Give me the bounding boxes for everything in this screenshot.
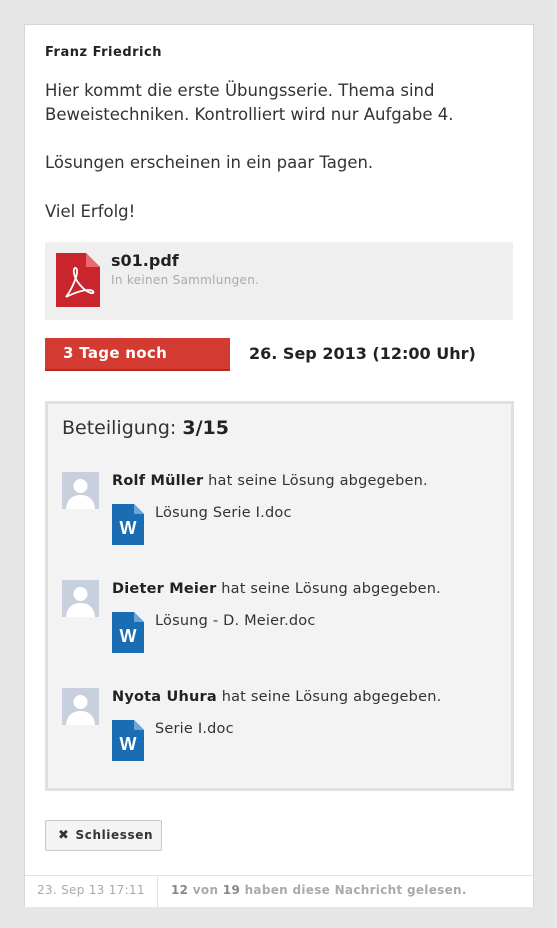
svg-text:W: W (120, 626, 137, 646)
read-receipt[interactable]: 12 von 19 haben diese Nachricht gelesen. (171, 883, 467, 897)
submission-file-name[interactable]: Lösung Serie I.doc (155, 505, 292, 521)
avatar[interactable] (62, 472, 99, 509)
attachment-collections: In keinen Sammlungen. (111, 273, 260, 287)
message-card: Franz Friedrich Hier kommt die erste Übu… (24, 24, 534, 907)
message-line-4: Viel Erfolg! (45, 202, 136, 221)
attachment-filename[interactable]: s01.pdf (111, 251, 179, 270)
message-line-2: Beweistechniken. Kontrolliert wird nur A… (45, 105, 454, 124)
svg-text:W: W (120, 734, 137, 754)
svg-text:W: W (120, 518, 137, 538)
submission-text: Dieter Meier hat seine Lösung abgegeben. (112, 581, 441, 597)
submission-item: Dieter Meier hat seine Lösung abgegeben.… (62, 580, 502, 672)
word-file-icon[interactable]: W (112, 720, 144, 761)
submitter-name[interactable]: Nyota Uhura (112, 689, 217, 705)
close-button[interactable]: ✖ Schliessen (45, 820, 162, 851)
attachment-pdf[interactable]: s01.pdf In keinen Sammlungen. (45, 242, 513, 320)
submission-text: Nyota Uhura hat seine Lösung abgegeben. (112, 689, 441, 705)
author-name[interactable]: Franz Friedrich (45, 45, 162, 60)
footer-divider (157, 876, 158, 907)
submission-action: hat seine Lösung abgegeben. (221, 581, 441, 597)
message-footer: 23. Sep 13 17:11 12 von 19 haben diese N… (25, 875, 533, 907)
read-suffix: haben diese Nachricht gelesen. (244, 883, 467, 897)
submission-text: Rolf Müller hat seine Lösung abgegeben. (112, 473, 428, 489)
read-of: von (192, 883, 219, 897)
submission-file-name[interactable]: Lösung - D. Meier.doc (155, 613, 316, 629)
message-timestamp: 23. Sep 13 17:11 (37, 883, 145, 897)
submission-item: Nyota Uhura hat seine Lösung abgegeben. … (62, 688, 502, 780)
read-total: 19 (222, 883, 241, 897)
close-x-icon: ✖ (58, 828, 70, 843)
submission-action: hat seine Lösung abgegeben. (221, 689, 442, 705)
deadline-countdown-badge: 3 Tage noch (45, 338, 230, 371)
submission-action: hat seine Lösung abgegeben. (208, 473, 428, 489)
close-button-label: Schliessen (75, 828, 154, 842)
user-silhouette-icon (66, 695, 95, 725)
message-line-3: Lösungen erscheinen in ein paar Tagen. (45, 153, 374, 172)
read-count: 12 (171, 883, 189, 897)
pdf-file-icon (56, 253, 100, 307)
submission-item: Rolf Müller hat seine Lösung abgegeben. … (62, 472, 502, 564)
deadline-date: 26. Sep 2013 (12:00 Uhr) (249, 344, 476, 363)
submitter-name[interactable]: Dieter Meier (112, 581, 216, 597)
submission-file-name[interactable]: Serie I.doc (155, 721, 234, 737)
avatar[interactable] (62, 688, 99, 725)
participation-panel: Beteiligung: 3/15 Rolf Müller hat seine … (45, 401, 514, 791)
participation-heading: Beteiligung: 3/15 (62, 417, 229, 439)
submitter-name[interactable]: Rolf Müller (112, 473, 203, 489)
user-silhouette-icon (66, 479, 95, 509)
word-file-icon[interactable]: W (112, 612, 144, 653)
participation-label: Beteiligung: (62, 417, 177, 439)
word-file-icon[interactable]: W (112, 504, 144, 545)
avatar[interactable] (62, 580, 99, 617)
message-line-1: Hier kommt die erste Übungsserie. Thema … (45, 81, 435, 100)
user-silhouette-icon (66, 587, 95, 617)
participation-count: 3/15 (182, 417, 229, 439)
